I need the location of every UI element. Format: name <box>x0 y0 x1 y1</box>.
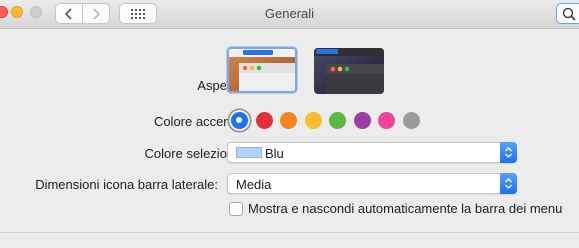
accent-green-swatch[interactable] <box>329 112 346 129</box>
dark-appearance-thumbnail <box>314 48 384 94</box>
sidebar-icon-size-value: Media <box>236 177 272 192</box>
chevron-updown-icon <box>500 142 517 163</box>
title-bar: Generali <box>0 0 579 29</box>
highlight-color-select[interactable]: Blu <box>227 142 517 163</box>
light-appearance-thumbnail <box>229 49 295 91</box>
selected-indicator <box>236 117 242 123</box>
window-title: Generali <box>264 6 315 21</box>
accent-purple-swatch[interactable] <box>353 112 371 129</box>
highlight-color-swatch <box>236 147 262 158</box>
highlight-color-value: Blu <box>265 146 284 161</box>
accent-blue-swatch[interactable] <box>231 112 248 129</box>
accent-graphite-swatch[interactable] <box>402 112 420 129</box>
autohide-menu-checkbox[interactable] <box>229 202 243 216</box>
accent-yellow-swatch[interactable] <box>304 112 322 129</box>
appearance-dark-option[interactable] <box>314 48 384 94</box>
highlight-color-label: Colore selezione: <box>144 146 245 161</box>
autohide-menu-label: Mostra e nascondi automaticamente la bar… <box>248 201 563 216</box>
search-field[interactable] <box>556 3 579 24</box>
accent-color-label: Colore accento: <box>153 114 245 129</box>
sidebar-icon-size-label: Dimensioni icona barra laterale: <box>35 177 218 192</box>
accent-red-swatch[interactable] <box>255 112 273 129</box>
appearance-light-option[interactable] <box>227 47 297 93</box>
sidebar-icon-size-select[interactable]: Media <box>227 173 517 194</box>
search-icon <box>562 7 576 21</box>
chevron-updown-icon <box>500 173 517 194</box>
appearance-label: Aspetto: <box>197 78 245 93</box>
accent-orange-swatch[interactable] <box>280 112 297 129</box>
accent-pink-swatch[interactable] <box>378 112 395 129</box>
divider <box>0 232 579 233</box>
